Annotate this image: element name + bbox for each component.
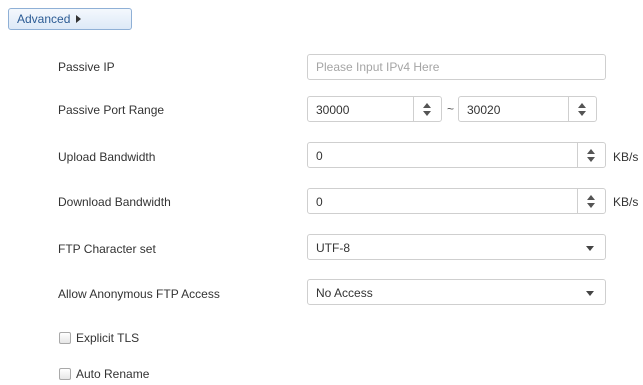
- passive-ip-label: Passive IP: [58, 60, 115, 74]
- passive-port-to-stepper[interactable]: 30020: [458, 96, 597, 122]
- port-range-separator: ~: [447, 102, 455, 116]
- download-bandwidth-label: Download Bandwidth: [58, 195, 171, 209]
- arrow-up-icon[interactable]: [587, 195, 595, 200]
- passive-port-to-value: 30020: [467, 103, 501, 117]
- passive-port-from-value: 30000: [316, 103, 350, 117]
- arrow-down-icon[interactable]: [423, 111, 431, 116]
- ftp-charset-select[interactable]: UTF-8: [307, 234, 606, 260]
- download-bandwidth-spinner[interactable]: [577, 189, 605, 213]
- passive-port-to-spinner[interactable]: [568, 97, 596, 121]
- passive-ip-field[interactable]: [307, 54, 606, 80]
- arrow-down-icon[interactable]: [578, 111, 586, 116]
- ftp-charset-selected: UTF-8: [316, 241, 350, 255]
- chevron-down-icon: [586, 246, 594, 251]
- arrow-up-icon[interactable]: [423, 103, 431, 108]
- arrow-up-icon[interactable]: [587, 149, 595, 154]
- download-bandwidth-stepper[interactable]: 0: [307, 188, 606, 214]
- advanced-toggle-button[interactable]: Advanced: [8, 8, 132, 30]
- arrow-up-icon[interactable]: [578, 103, 586, 108]
- anonymous-access-selected: No Access: [316, 286, 373, 300]
- passive-port-from-spinner[interactable]: [413, 97, 441, 121]
- passive-ip-input[interactable]: [308, 55, 605, 79]
- upload-bandwidth-label: Upload Bandwidth: [58, 150, 156, 164]
- anonymous-access-select[interactable]: No Access: [307, 279, 606, 305]
- upload-bandwidth-value: 0: [316, 149, 323, 163]
- explicit-tls-checkbox[interactable]: [59, 332, 71, 344]
- arrow-down-icon[interactable]: [587, 157, 595, 162]
- download-bandwidth-value: 0: [316, 195, 323, 209]
- ftp-charset-label: FTP Character set: [58, 242, 156, 256]
- chevron-down-icon: [586, 291, 594, 296]
- advanced-button-label: Advanced: [17, 12, 71, 26]
- explicit-tls-label[interactable]: Explicit TLS: [76, 331, 139, 345]
- chevron-right-icon: [76, 15, 82, 23]
- anonymous-access-label: Allow Anonymous FTP Access: [58, 287, 220, 301]
- upload-bandwidth-unit: KB/s: [613, 150, 639, 164]
- upload-bandwidth-spinner[interactable]: [577, 143, 605, 167]
- passive-port-range-label: Passive Port Range: [58, 103, 165, 117]
- download-bandwidth-unit: KB/s: [613, 195, 639, 209]
- auto-rename-label[interactable]: Auto Rename: [76, 367, 149, 381]
- passive-port-from-stepper[interactable]: 30000: [307, 96, 442, 122]
- upload-bandwidth-stepper[interactable]: 0: [307, 142, 606, 168]
- auto-rename-checkbox[interactable]: [59, 368, 71, 380]
- arrow-down-icon[interactable]: [587, 203, 595, 208]
